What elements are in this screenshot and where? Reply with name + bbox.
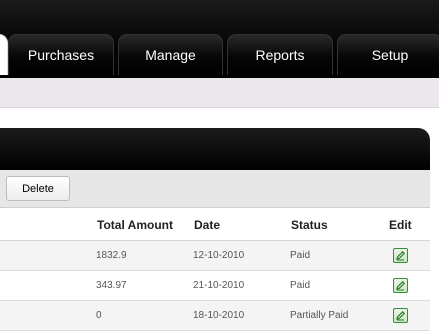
cell-total-amount: 0 [96, 310, 102, 321]
table-header: Total Amount Date Status Edit [0, 208, 430, 241]
cell-status: Paid [290, 280, 311, 291]
table-row: 0 18-10-2010 Partially Paid [0, 301, 430, 331]
cell-status: Paid [290, 250, 311, 261]
tab-label: Setup [371, 47, 409, 63]
table-toolbar: Delete [0, 170, 430, 208]
tab-manage[interactable]: Manage [118, 34, 223, 75]
table-row: 1832.9 12-10-2010 Paid [0, 241, 430, 271]
column-header-date: Date [194, 218, 221, 232]
edit-pencil-icon[interactable] [393, 248, 408, 263]
tab-label: Reports [255, 47, 305, 63]
cell-total-amount: 343.97 [96, 280, 127, 291]
edit-pencil-icon[interactable] [393, 278, 408, 293]
cell-date: 18-10-2010 [193, 310, 245, 321]
cell-date: 12-10-2010 [193, 250, 245, 261]
tab-setup[interactable]: Setup [337, 34, 439, 75]
sub-navigation-bar [0, 78, 439, 108]
tab-purchases[interactable]: Purchases [8, 34, 114, 75]
cell-status: Partially Paid [290, 310, 349, 321]
cell-total-amount: 1832.9 [96, 250, 127, 261]
tab-active[interactable] [0, 34, 8, 75]
panel-header [0, 128, 430, 170]
delete-button[interactable]: Delete [6, 176, 70, 201]
tab-label: Manage [145, 47, 196, 63]
tab-reports[interactable]: Reports [227, 34, 333, 75]
cell-date: 21-10-2010 [193, 280, 245, 291]
column-header-status: Status [291, 218, 328, 232]
top-navigation-bar: Purchases Manage Reports Setup [0, 0, 439, 78]
column-header-total-amount: Total Amount [97, 218, 173, 232]
column-header-edit: Edit [389, 218, 412, 232]
table-row: 343.97 21-10-2010 Paid [0, 271, 430, 301]
edit-pencil-icon[interactable] [393, 308, 408, 323]
tab-label: Purchases [27, 47, 95, 63]
